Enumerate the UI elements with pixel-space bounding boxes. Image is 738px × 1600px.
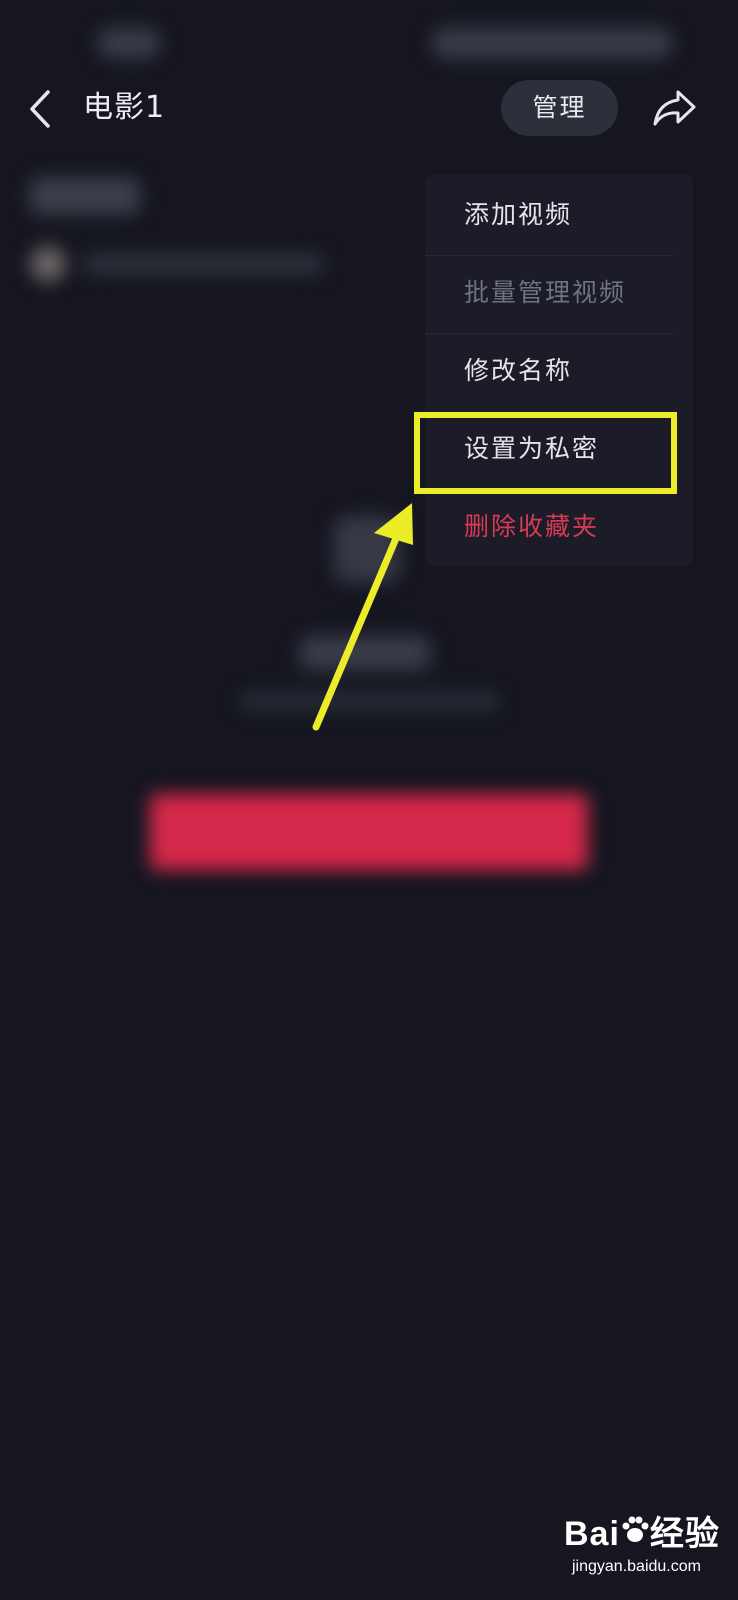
share-arrow-icon[interactable] xyxy=(650,86,700,130)
menu-item-batch-manage[interactable]: 批量管理视频 xyxy=(425,254,693,332)
chevron-left-icon[interactable] xyxy=(22,84,62,134)
annotation-arrow xyxy=(312,503,413,731)
manage-button[interactable]: 管理 xyxy=(501,80,618,136)
menu-item-rename[interactable]: 修改名称 xyxy=(425,332,693,410)
watermark-url: jingyan.baidu.com xyxy=(572,1558,701,1575)
blurred-primary-button xyxy=(150,790,590,882)
menu-item-delete-collection[interactable]: 删除收藏夹 xyxy=(425,488,693,566)
baidu-logo: Bai 经验 xyxy=(564,1515,720,1553)
menu-item-add-video[interactable]: 添加视频 xyxy=(425,176,693,254)
top-nav-bar: 电影1 管理 xyxy=(0,70,738,146)
paw-icon xyxy=(620,1515,650,1545)
page-title: 电影1 xyxy=(83,90,166,125)
blurred-collection-info xyxy=(24,170,344,290)
manage-dropdown-menu: 添加视频 批量管理视频 修改名称 设置为私密 删除收藏夹 xyxy=(425,174,693,566)
annotation-highlight-box xyxy=(414,412,677,494)
baidu-jingyan-watermark: Bai 经验 jingyan.baidu.com xyxy=(560,1500,730,1590)
blurred-status-bar xyxy=(0,0,738,70)
